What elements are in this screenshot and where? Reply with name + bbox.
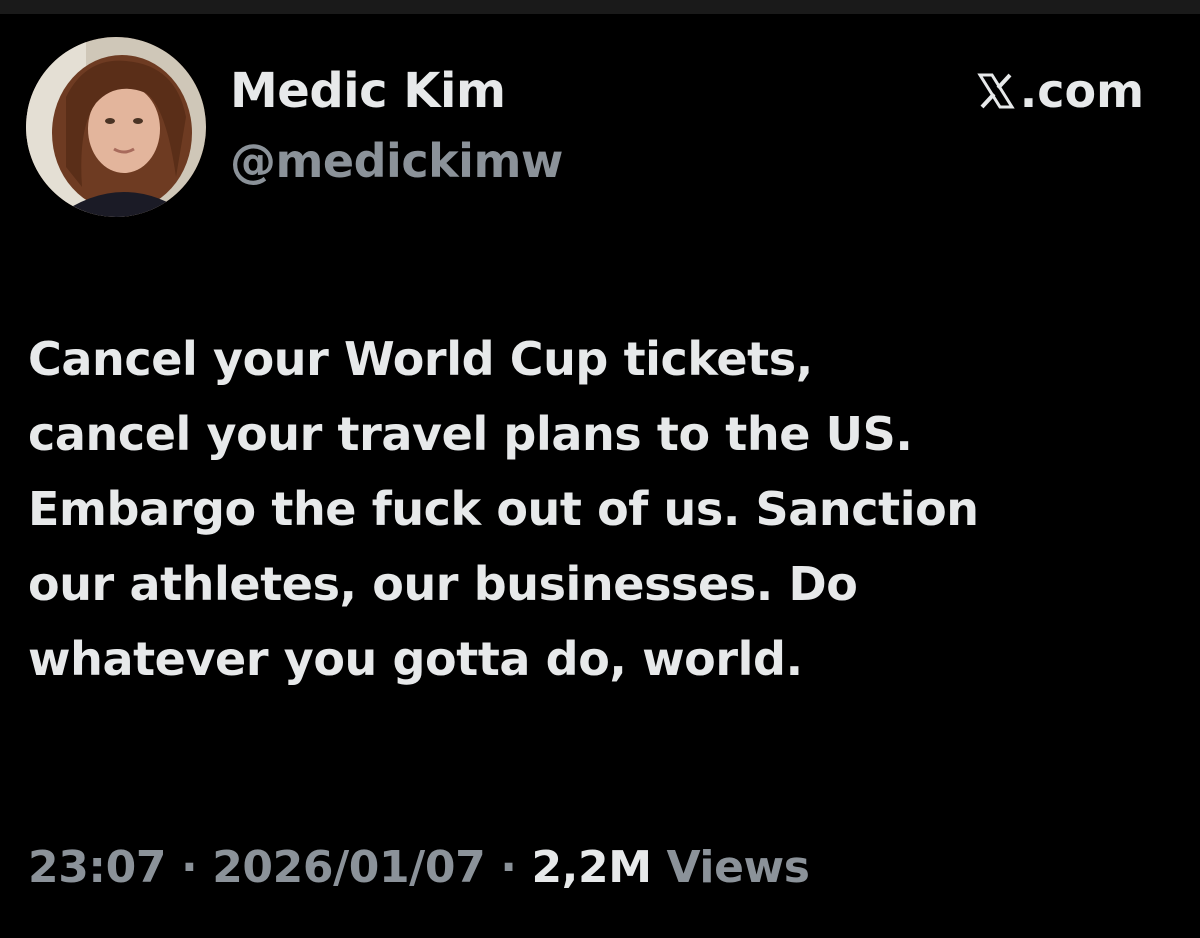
- tweet-line: Cancel your World Cup tickets,: [28, 332, 813, 386]
- tweet-text: Cancel your World Cup tickets, cancel yo…: [28, 322, 1188, 697]
- top-border: [0, 0, 1200, 14]
- brand-label: .com: [1019, 64, 1144, 118]
- views-label: Views: [651, 842, 810, 893]
- tweet-line: our athletes, our businesses. Do: [28, 557, 858, 611]
- tweet-line: Embargo the fuck out of us. Sanction: [28, 482, 979, 536]
- tweet-line: whatever you gotta do, world.: [28, 632, 803, 686]
- tweet-meta: 23:07 · 2026/01/07 · 2,2M Views: [28, 837, 810, 899]
- brand-watermark: .com: [976, 64, 1144, 118]
- meta-separator: ·: [485, 842, 532, 893]
- avatar-image: [26, 37, 206, 217]
- author-block[interactable]: Medic Kim @medickimw: [230, 60, 563, 192]
- x-logo-icon: [977, 73, 1015, 109]
- meta-separator: ·: [166, 842, 213, 893]
- avatar[interactable]: [26, 37, 206, 217]
- tweet-line: cancel your travel plans to the US.: [28, 407, 913, 461]
- views-count[interactable]: 2,2M: [531, 842, 652, 893]
- author-display-name[interactable]: Medic Kim: [230, 60, 563, 122]
- tweet-date[interactable]: 2026/01/07: [212, 842, 485, 893]
- author-handle[interactable]: @medickimw: [230, 130, 563, 192]
- tweet-time[interactable]: 23:07: [28, 842, 166, 893]
